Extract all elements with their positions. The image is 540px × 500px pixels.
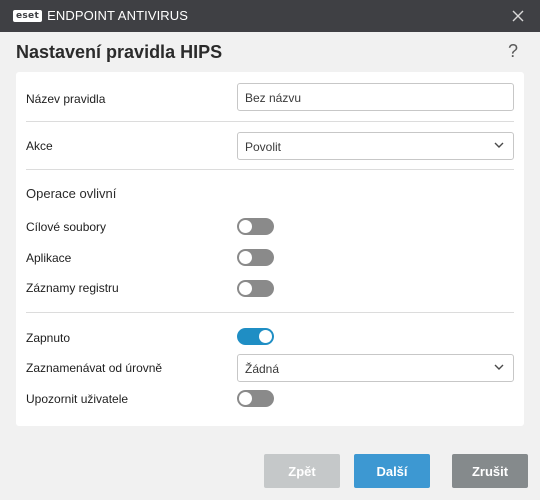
chevron-down-icon <box>494 142 504 148</box>
operations-heading: Operace ovlivní <box>26 186 117 201</box>
log-level-select[interactable]: Žádná <box>237 354 514 382</box>
next-button[interactable]: Další <box>354 454 430 488</box>
action-label: Akce <box>26 139 53 153</box>
divider <box>26 312 514 313</box>
toggle-knob <box>239 220 252 233</box>
target-files-label: Cílové soubory <box>26 220 107 234</box>
toggle-knob <box>239 251 252 264</box>
brand: eset ENDPOINT ANTIVIRUS <box>13 9 188 23</box>
divider <box>26 121 514 122</box>
action-select[interactable]: Povolit <box>237 132 514 160</box>
dialog-title: Nastavení pravidla HIPS <box>16 42 223 62</box>
toggle-knob <box>239 392 252 405</box>
notify-user-toggle[interactable] <box>237 390 274 407</box>
product-name: ENDPOINT ANTIVIRUS <box>47 8 189 23</box>
notify-user-label: Upozornit uživatele <box>26 392 129 406</box>
eset-logo: eset <box>13 10 43 22</box>
rule-name-input[interactable]: Bez názvu <box>237 83 514 111</box>
rule-settings-panel: Název pravidla Bez názvu Akce Povolit Op… <box>16 72 524 426</box>
registry-entries-toggle[interactable] <box>237 280 274 297</box>
close-icon <box>512 10 524 22</box>
toggle-knob <box>259 330 272 343</box>
rule-name-label: Název pravidla <box>26 92 106 106</box>
window-titlebar: eset ENDPOINT ANTIVIRUS <box>0 0 540 32</box>
cancel-button[interactable]: Zrušit <box>452 454 528 488</box>
rule-name-value: Bez názvu <box>245 91 302 105</box>
log-level-value: Žádná <box>245 362 280 376</box>
enabled-toggle[interactable] <box>237 328 274 345</box>
registry-entries-label: Záznamy registru <box>26 281 119 295</box>
toggle-knob <box>239 282 252 295</box>
divider <box>26 169 514 170</box>
target-files-toggle[interactable] <box>237 218 274 235</box>
back-button[interactable]: Zpět <box>264 454 340 488</box>
action-value: Povolit <box>245 140 282 154</box>
chevron-down-icon <box>494 364 504 370</box>
help-icon[interactable]: ? <box>508 40 518 62</box>
enabled-label: Zapnuto <box>26 331 71 345</box>
applications-label: Aplikace <box>26 251 72 265</box>
close-button[interactable] <box>506 4 530 28</box>
log-level-label: Zaznamenávat od úrovně <box>26 361 163 375</box>
applications-toggle[interactable] <box>237 249 274 266</box>
